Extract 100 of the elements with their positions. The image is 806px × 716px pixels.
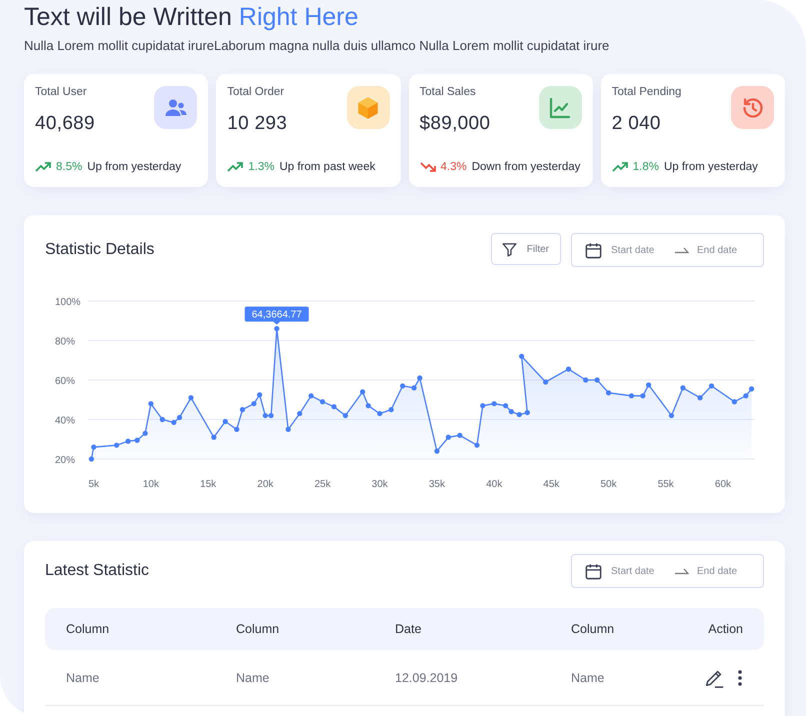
data-point xyxy=(366,403,371,408)
x-axis-label: 55k xyxy=(658,479,674,490)
data-point xyxy=(628,393,634,398)
start-date-input[interactable]: Start date xyxy=(611,566,667,576)
trend-up-icon xyxy=(35,162,51,172)
stat-value: 40,689 xyxy=(35,113,95,135)
data-point xyxy=(434,448,440,454)
data-point xyxy=(320,399,326,404)
x-axis-label: 60k xyxy=(714,479,732,490)
data-point xyxy=(680,385,686,390)
trend-up-icon xyxy=(227,162,244,172)
stat-label: Total Order xyxy=(227,86,286,98)
y-axis-label: 60% xyxy=(55,376,76,387)
data-point xyxy=(388,407,394,412)
data-point xyxy=(516,412,522,418)
table-cell: Name xyxy=(66,670,100,684)
x-axis-label: 15k xyxy=(200,479,216,490)
data-point xyxy=(240,407,246,412)
x-axis-label: 40k xyxy=(486,479,502,490)
change-note: Up from past week xyxy=(279,161,376,173)
data-point xyxy=(708,383,714,389)
end-date-input[interactable]: End date xyxy=(697,244,753,256)
value-tooltip: 64,3664.77 xyxy=(244,306,309,325)
calendar-icon xyxy=(584,562,603,580)
x-axis-label: 50k xyxy=(600,479,617,490)
data-point xyxy=(732,399,737,404)
column-header: Action xyxy=(708,622,743,636)
column-header: Date xyxy=(395,622,422,636)
filter-button[interactable]: Filter xyxy=(490,233,561,265)
data-point xyxy=(606,390,612,396)
data-point xyxy=(125,438,131,444)
date-range-field[interactable]: Start date End date xyxy=(571,554,764,588)
change-percent: 8.5% xyxy=(56,161,82,173)
data-point xyxy=(114,442,120,448)
x-axis-label: 10k xyxy=(142,479,159,490)
panel-title: Statistic Details xyxy=(45,241,154,259)
data-point xyxy=(457,432,462,438)
y-axis-label: 80% xyxy=(55,336,76,348)
start-date-input[interactable]: Start date xyxy=(611,244,667,256)
data-point xyxy=(234,426,240,432)
data-point xyxy=(251,401,256,406)
x-axis-label: 20k xyxy=(257,479,274,490)
date-range-field[interactable]: Start date End date xyxy=(571,233,764,267)
stat-label: Total Sales xyxy=(420,86,477,98)
filter-icon xyxy=(500,240,518,258)
trend-down-icon xyxy=(420,162,436,172)
data-point xyxy=(257,392,262,398)
y-axis-label: 100% xyxy=(55,297,81,308)
data-point xyxy=(446,434,451,440)
data-point xyxy=(646,382,652,388)
data-point xyxy=(417,375,422,381)
data-point xyxy=(286,426,291,432)
data-point xyxy=(222,418,228,424)
data-point xyxy=(519,354,524,359)
x-axis-label: 30k xyxy=(372,479,388,490)
data-point xyxy=(342,412,348,418)
change-note: Up from yesterday xyxy=(664,161,758,173)
stat-value: 2 040 xyxy=(612,113,662,135)
data-point xyxy=(583,377,588,383)
x-axis-label: 35k xyxy=(428,479,445,490)
annotation: 64,3664.77 xyxy=(252,310,302,321)
table-cell: Name xyxy=(571,670,604,684)
more-icon[interactable] xyxy=(737,668,743,686)
change-percent: 4.3% xyxy=(440,161,467,173)
x-axis-label: 5k xyxy=(88,479,99,490)
change-note: Down from yesterday xyxy=(472,161,580,173)
data-point xyxy=(160,416,165,422)
x-axis-label: 45k xyxy=(543,479,560,490)
table-cell: Name xyxy=(236,670,270,684)
change-note: Up from yesterday xyxy=(87,161,182,173)
data-point xyxy=(492,401,497,406)
trend-up-icon xyxy=(612,162,628,172)
data-point xyxy=(411,385,417,390)
data-point xyxy=(297,410,302,416)
data-point xyxy=(697,395,703,400)
data-point xyxy=(88,456,94,462)
stat-value: $89,000 xyxy=(420,113,490,135)
data-point xyxy=(274,326,280,332)
stat-label: Total User xyxy=(35,86,88,98)
clock-icon xyxy=(740,96,764,120)
data-point xyxy=(400,383,406,389)
stat-value: 10 293 xyxy=(227,113,288,135)
page-title: Text will be Written Right Here xyxy=(24,2,360,32)
change-percent: 1.3% xyxy=(248,161,274,173)
x-axis-label: 25k xyxy=(314,479,331,490)
data-point xyxy=(524,410,530,416)
change-percent: 1.8% xyxy=(632,161,659,173)
column-header: Column xyxy=(571,622,614,636)
data-point xyxy=(480,403,486,408)
data-point xyxy=(148,401,154,406)
page-subtitle: Nulla Lorem mollit cupidatat irureLaborum magna nulla duis ullamco Nulla Lorem mollit cupidatat irure xyxy=(24,38,610,53)
data-point xyxy=(743,393,748,398)
data-point xyxy=(211,434,216,440)
column-header: Column xyxy=(66,622,110,636)
column-header: Column xyxy=(236,622,280,636)
end-date-input[interactable]: End date xyxy=(697,566,753,576)
data-point xyxy=(308,393,314,398)
data-point xyxy=(134,438,140,443)
stat-label: Total Pending xyxy=(612,86,682,98)
data-point xyxy=(566,366,572,372)
